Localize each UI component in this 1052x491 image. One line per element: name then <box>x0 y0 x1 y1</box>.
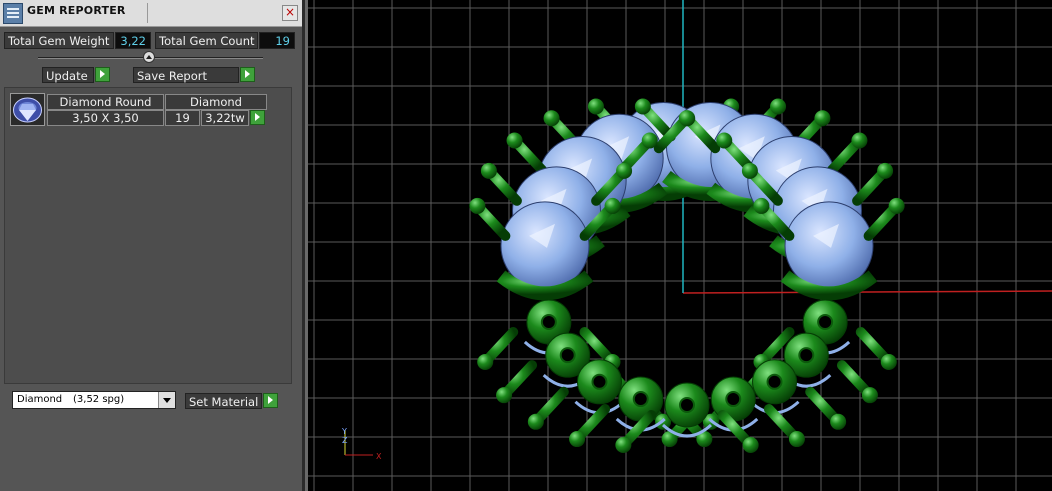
set-material-arrow-icon[interactable] <box>263 393 278 408</box>
save-report-button[interactable]: Save Report <box>133 67 239 83</box>
total-gem-weight-label: Total Gem Weight <box>4 32 114 49</box>
gem-count-cell: 19 <box>165 110 200 126</box>
x-axis-line <box>682 290 1052 294</box>
set-material-button[interactable]: Set Material <box>185 393 262 409</box>
gizmo-y-label: Y <box>341 427 347 436</box>
gem-row-arrow-icon[interactable] <box>250 110 265 125</box>
total-gem-count-value: 19 <box>259 32 295 49</box>
update-arrow-icon[interactable] <box>95 67 110 82</box>
panel-titlebar: GEM REPORTER × <box>0 0 305 27</box>
save-report-arrow-icon[interactable] <box>240 67 255 82</box>
gem-material-cell: Diamond <box>165 94 267 110</box>
material-name: Diamond <box>17 394 63 405</box>
round-diamond-icon <box>10 93 45 126</box>
chevron-down-icon[interactable] <box>158 392 175 408</box>
gizmo-z-label: Z <box>342 436 348 445</box>
3d-viewport[interactable]: Y Z X <box>305 0 1052 491</box>
gem-list <box>4 87 292 384</box>
close-icon[interactable]: × <box>282 5 298 21</box>
eternity-ring-model[interactable] <box>469 98 905 453</box>
gem-reporter-panel: GEM REPORTER × Total Gem Weight 3,22 Tot… <box>0 0 305 491</box>
gem-weight-cell: 3,22tw <box>201 110 249 126</box>
update-button[interactable]: Update <box>42 67 94 83</box>
collapse-knob-icon[interactable] <box>143 51 155 63</box>
total-gem-weight-value: 3,22 <box>115 32 151 49</box>
material-spg: (3,52 spg) <box>73 394 125 405</box>
viewport-scene[interactable]: Y Z X <box>305 0 1052 491</box>
gizmo-x-label: X <box>376 452 382 461</box>
panel-title: GEM REPORTER <box>27 4 126 17</box>
gem-reporter-icon <box>3 3 23 24</box>
gem-shape-cell: Diamond Round <box>47 94 164 110</box>
material-select[interactable]: Diamond (3,52 spg) <box>12 391 176 409</box>
axis-gizmo-icon: Y Z X <box>341 427 382 461</box>
total-gem-count-label: Total Gem Count <box>155 32 258 49</box>
gem-size-cell: 3,50 X 3,50 <box>47 110 164 126</box>
